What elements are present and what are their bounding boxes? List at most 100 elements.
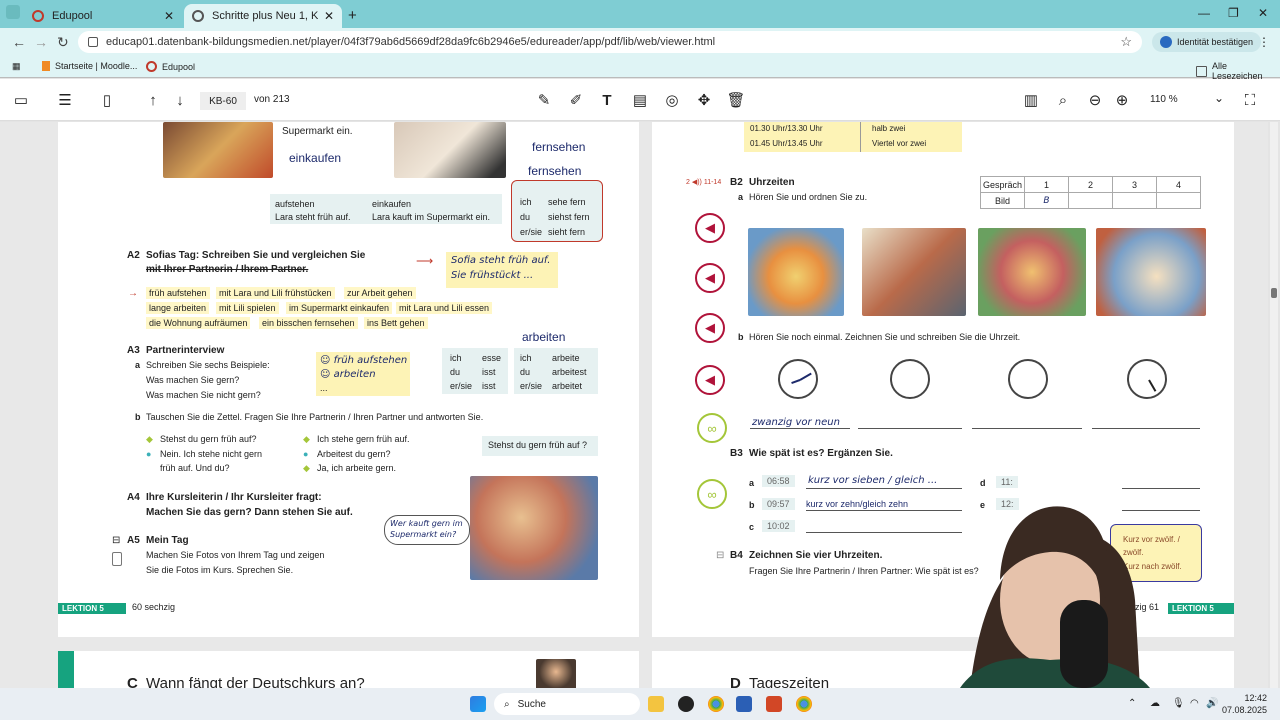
clock-face-2[interactable]: [890, 359, 930, 399]
chevron-up-icon[interactable]: ⌃: [1128, 698, 1136, 709]
document-icon[interactable]: ▯: [98, 91, 116, 109]
move-icon[interactable]: ✥: [695, 91, 713, 109]
b3-answer[interactable]: kurz vor sieben / gleich ...: [808, 475, 937, 486]
tab-label: Edupool: [52, 10, 93, 22]
clock-face-1[interactable]: [778, 359, 818, 399]
outline-icon[interactable]: ☰: [56, 91, 74, 109]
pencil-icon[interactable]: ✎: [535, 91, 553, 109]
tab-list-icon[interactable]: [6, 5, 20, 19]
taskbar-clock[interactable]: 12:42 07.08.2025: [1222, 692, 1267, 716]
table-cell[interactable]: [1156, 192, 1201, 209]
dialog-line: Nein. Ich stehe nicht gern: [160, 449, 263, 459]
next-page-icon[interactable]: ↓: [171, 91, 189, 109]
table-cell[interactable]: [1112, 192, 1157, 209]
answer-line[interactable]: [858, 428, 962, 429]
vertical-scrollbar[interactable]: [1270, 122, 1278, 688]
tab-schritte[interactable]: Schritte plus Neu 1, Kurs- und / ✕: [184, 4, 342, 28]
page-color-band: [58, 651, 74, 688]
previous-page-icon[interactable]: ↑: [144, 91, 162, 109]
chrome-icon[interactable]: [708, 696, 724, 712]
tab-edupool[interactable]: Edupool ✕: [24, 4, 182, 28]
page-number-input[interactable]: KB-60: [200, 92, 246, 110]
microphone-icon[interactable]: 🎙: [1172, 698, 1185, 709]
close-tab-icon[interactable]: ✕: [164, 9, 174, 23]
forward-icon[interactable]: →: [34, 34, 48, 50]
bookmark-moodle[interactable]: Startseite | Moodle...: [42, 61, 137, 71]
chrome-profile-icon[interactable]: [796, 696, 812, 712]
audio-speaker-icon[interactable]: ◀: [695, 365, 725, 395]
delete-icon[interactable]: 🗑: [726, 91, 745, 109]
dialog-line: Ja, ich arbeite gern.: [317, 463, 397, 473]
clock-face-3[interactable]: [1008, 359, 1048, 399]
fullscreen-icon[interactable]: ⛶: [1241, 91, 1259, 109]
link-icon[interactable]: ∞: [697, 413, 727, 443]
file-explorer-icon[interactable]: [648, 696, 664, 712]
back-icon[interactable]: ←: [12, 34, 26, 50]
pronoun: du: [450, 367, 461, 377]
comment-icon[interactable]: ▤: [631, 91, 649, 109]
taskbar-search[interactable]: ⌕ Suche: [494, 693, 640, 715]
scrollbar-thumb[interactable]: [1271, 288, 1277, 298]
clock-face-4[interactable]: [1127, 359, 1167, 399]
start-icon[interactable]: [470, 696, 486, 712]
b3-answer[interactable]: kurz vor zehn/gleich zehn: [806, 499, 908, 509]
hide-annotations-icon[interactable]: ◎: [663, 91, 681, 109]
grammar-box: Stehst du gern früh auf ?: [482, 436, 598, 456]
table-cell[interactable]: B: [1024, 192, 1069, 209]
page-62-partial: C Wann fängt der Deutschkurs an?: [58, 651, 639, 688]
apps-grid-icon[interactable]: ▦: [12, 61, 21, 72]
zoom-select[interactable]: 110 %: [1150, 94, 1178, 105]
task-list-icon: ⊟: [716, 550, 725, 561]
cloud-icon[interactable]: ☁: [1150, 698, 1160, 709]
link-icon[interactable]: ∞: [697, 479, 727, 509]
answer-line[interactable]: [972, 428, 1082, 429]
volume-icon[interactable]: 🔊: [1206, 698, 1218, 709]
handwritten-fernsehen-1: fernsehen: [532, 140, 586, 154]
bookmark-edupool[interactable]: Edupool: [146, 61, 195, 72]
activity-chip: ein bisschen fernsehen: [259, 317, 358, 329]
app-icon[interactable]: [678, 696, 694, 712]
zoom-out-icon[interactable]: ⊖: [1086, 91, 1104, 109]
powerpoint-icon[interactable]: [766, 696, 782, 712]
tab-label: Schritte plus Neu 1, Kurs- und /: [212, 10, 318, 22]
word-icon[interactable]: [736, 696, 752, 712]
b2-b-text: Hören Sie noch einmal. Zeichnen Sie und …: [749, 332, 1021, 342]
edupool-favicon-icon: [32, 10, 44, 22]
maximize-icon[interactable]: ❐: [1228, 6, 1239, 20]
audio-speaker-icon[interactable]: ◀: [695, 313, 725, 343]
new-tab-icon[interactable]: +: [348, 7, 357, 24]
clock-answer-1[interactable]: zwanzig vor neun: [752, 417, 840, 428]
item-letter: b: [749, 500, 755, 510]
moodle-icon: [42, 61, 50, 71]
time-value: 01.45 Uhr/13.45 Uhr: [750, 139, 823, 148]
highlighter-icon[interactable]: ✐: [567, 91, 585, 109]
verb-form: isst: [482, 381, 496, 391]
section-title: Wann fängt der Deutschkurs an?: [146, 675, 365, 688]
sidebar-toggle-icon[interactable]: ▭: [12, 91, 30, 109]
bookmark-star-icon[interactable]: ☆: [1120, 34, 1132, 50]
site-info-icon[interactable]: [88, 37, 98, 47]
reload-icon[interactable]: ↻: [57, 34, 69, 51]
pronoun: ich: [520, 353, 532, 363]
answer-line[interactable]: [1092, 428, 1200, 429]
reader-mode-icon[interactable]: ▥: [1022, 91, 1040, 109]
zoom-in-icon[interactable]: ⊕: [1113, 91, 1131, 109]
digital-time: 06:58: [762, 475, 795, 487]
verb-form: siehst fern: [548, 212, 590, 222]
find-in-document-icon[interactable]: ⌕: [1054, 91, 1072, 109]
table-cell[interactable]: [1068, 192, 1113, 209]
browser-menu-icon[interactable]: ⋮: [1258, 35, 1270, 49]
all-bookmarks[interactable]: Alle Lesezeichen: [1196, 61, 1280, 81]
close-tab-icon[interactable]: ✕: [324, 9, 334, 23]
task-b2-title: Uhrzeiten: [749, 177, 795, 188]
arrow-annotation-icon: ⟶: [416, 254, 434, 268]
close-window-icon[interactable]: ✕: [1258, 6, 1268, 20]
audio-speaker-icon[interactable]: ◀: [695, 263, 725, 293]
minimize-icon[interactable]: —: [1198, 6, 1210, 20]
wifi-icon[interactable]: ◠: [1190, 698, 1199, 709]
audio-speaker-icon[interactable]: ◀: [695, 213, 725, 243]
text-size-icon[interactable]: T: [598, 91, 616, 109]
identity-button[interactable]: Identität bestätigen: [1152, 32, 1262, 52]
url-field[interactable]: educap01.datenbank-bildungsmedien.net/pl…: [78, 31, 1142, 53]
chevron-down-icon[interactable]: ⌄: [1214, 91, 1224, 105]
